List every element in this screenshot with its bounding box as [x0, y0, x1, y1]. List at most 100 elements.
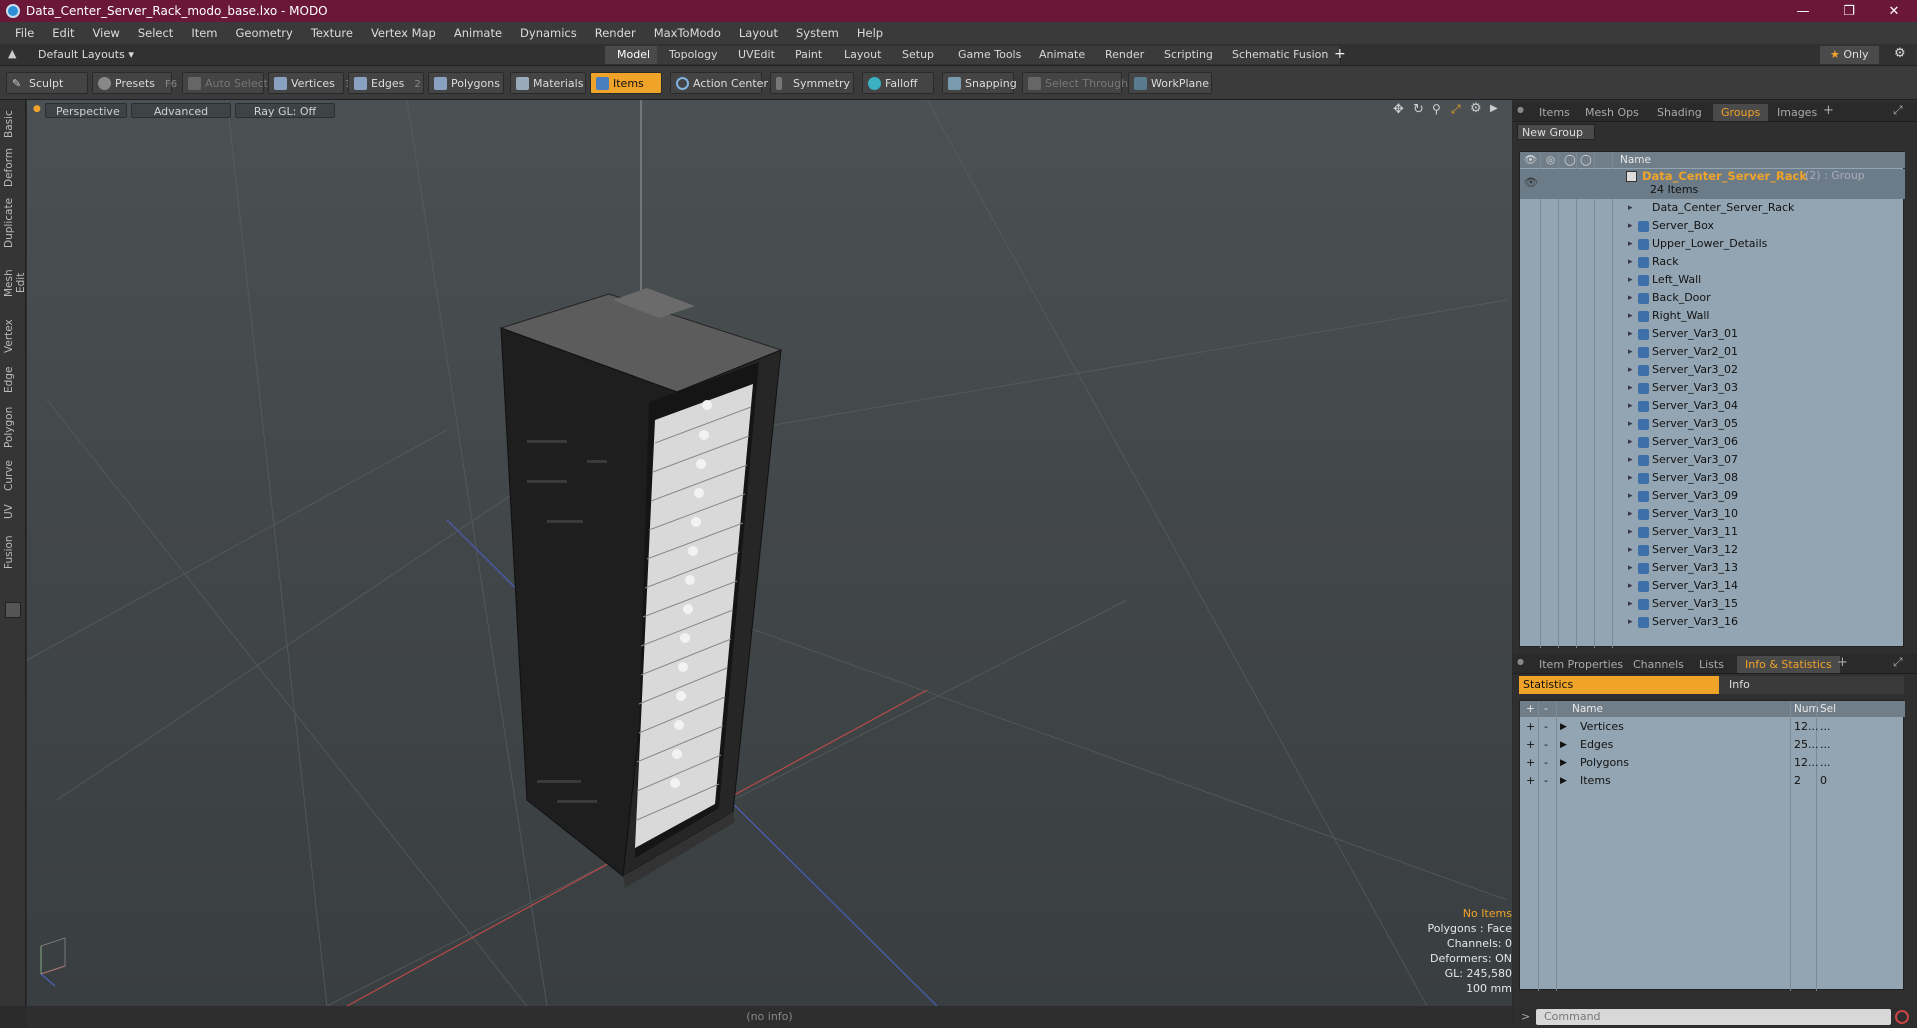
tab-scripting[interactable]: Scripting — [1152, 46, 1226, 64]
tab-uvedit[interactable]: UVEdit — [726, 46, 788, 64]
tab-animate[interactable]: Animate — [1027, 46, 1099, 64]
list-item[interactable]: ▸ Server_Var3_08 — [1520, 469, 1905, 487]
zoom-icon[interactable]: ⚲ — [1432, 102, 1441, 116]
menu-system[interactable]: System — [787, 26, 848, 40]
vtab-vertex[interactable]: Vertex — [3, 316, 23, 356]
tab-schematic-fusion[interactable]: Schematic Fusion — [1220, 46, 1342, 64]
new-group-button[interactable]: New Group — [1517, 124, 1595, 140]
list-item[interactable]: ▸ Server_Var3_05 — [1520, 415, 1905, 433]
tab-groups[interactable]: Groups — [1713, 104, 1769, 121]
list-item[interactable]: ▸ Server_Var2_01 — [1520, 343, 1905, 361]
advanced-dropdown[interactable]: Advanced — [131, 103, 231, 118]
viewport-expand-icon[interactable]: ▶ — [1490, 103, 1498, 114]
tab-item-properties[interactable]: Item Properties — [1531, 656, 1631, 673]
subtab-statistics[interactable]: Statistics — [1519, 676, 1719, 694]
polygons-button[interactable]: Polygons — [428, 72, 504, 94]
expand-all-icon[interactable]: + — [1526, 701, 1535, 717]
list-item[interactable]: ▸ Left_Wall — [1520, 271, 1905, 289]
list-item[interactable]: ▸ Server_Var3_01 — [1520, 325, 1905, 343]
vtab-uv[interactable]: UV — [3, 500, 23, 524]
list-item[interactable]: ▸ Upper_Lower_Details — [1520, 235, 1905, 253]
raygl-toggle[interactable]: Ray GL: Off — [235, 103, 335, 118]
edges-button[interactable]: Edges 2 — [348, 72, 424, 94]
vtab-deform[interactable]: Deform — [3, 146, 23, 188]
minimize-icon[interactable]: — — [1780, 0, 1826, 22]
list-item[interactable]: ▸ Server_Var3_10 — [1520, 505, 1905, 523]
only-toggle[interactable]: ★ Only — [1820, 46, 1879, 64]
items-button[interactable]: Items — [590, 72, 662, 94]
tab-items[interactable]: Items — [1531, 104, 1578, 121]
menu-view[interactable]: View — [84, 26, 129, 40]
viewport-settings-icon[interactable]: ⚙ — [1470, 101, 1482, 116]
menu-layout[interactable]: Layout — [730, 26, 787, 40]
workplane-button[interactable]: WorkPlane — [1128, 72, 1212, 94]
record-icon[interactable] — [1895, 1010, 1909, 1024]
menu-file[interactable]: File — [6, 26, 43, 40]
subtab-info[interactable]: Info — [1719, 676, 1904, 694]
list-item[interactable]: ▸ Server_Var3_16 — [1520, 613, 1905, 631]
falloff-button[interactable]: Falloff — [862, 72, 934, 94]
tab-shading[interactable]: Shading — [1649, 104, 1710, 121]
group-visibility-icon[interactable]: 👁 — [1524, 176, 1538, 189]
bottom-panel-menu-icon[interactable]: ● — [1517, 657, 1524, 666]
table-row[interactable]: + - ▶ Edges 25...... — [1520, 736, 1905, 754]
list-item[interactable]: ▸ Server_Var3_15 — [1520, 595, 1905, 613]
menu-maxtomodo[interactable]: MaxToModo — [645, 26, 730, 40]
add-bottom-tab-icon[interactable]: + — [1837, 655, 1848, 670]
bottom-panel-maximize-icon[interactable]: ⤢ — [1893, 655, 1903, 670]
expand-toolbox-button[interactable] — [5, 602, 21, 618]
vtab-duplicate[interactable]: Duplicate — [3, 196, 23, 250]
list-item[interactable]: ▸ Server_Var3_03 — [1520, 379, 1905, 397]
command-input[interactable]: Command — [1536, 1009, 1891, 1025]
menu-vertex-map[interactable]: Vertex Map — [362, 26, 445, 40]
list-item[interactable]: ▸ Server_Box — [1520, 217, 1905, 235]
vtab-polygon[interactable]: Polygon — [3, 404, 23, 450]
collapse-all-icon[interactable]: - — [1544, 701, 1548, 717]
tab-lists[interactable]: Lists — [1691, 656, 1732, 673]
tab-model[interactable]: Model — [605, 46, 664, 64]
list-item[interactable]: ▸ Server_Var3_04 — [1520, 397, 1905, 415]
gear-icon[interactable]: ⚙ — [1894, 46, 1906, 61]
table-row[interactable]: + - ▶ Vertices 12...... — [1520, 718, 1905, 736]
tab-setup[interactable]: Setup — [890, 46, 948, 64]
menu-edit[interactable]: Edit — [43, 26, 83, 40]
tab-paint[interactable]: Paint — [783, 46, 836, 64]
tab-images[interactable]: Images — [1769, 104, 1825, 121]
menu-select[interactable]: Select — [129, 26, 182, 40]
list-item[interactable]: ▸ Back_Door — [1520, 289, 1905, 307]
snapping-button[interactable]: Snapping — [942, 72, 1017, 94]
tab-topology[interactable]: Topology — [657, 46, 731, 64]
list-item[interactable]: ▸ Data_Center_Server_Rack — [1520, 199, 1905, 217]
list-item[interactable]: ▸ Server_Var3_14 — [1520, 577, 1905, 595]
list-item[interactable]: ▸ Server_Var3_09 — [1520, 487, 1905, 505]
menu-texture[interactable]: Texture — [302, 26, 362, 40]
symmetry-button[interactable]: Symmetry — [770, 72, 854, 94]
menu-render[interactable]: Render — [586, 26, 645, 40]
tab-channels[interactable]: Channels — [1625, 656, 1692, 673]
panel-maximize-icon[interactable]: ⤢ — [1893, 103, 1903, 118]
list-item[interactable]: ▸ Server_Var3_07 — [1520, 451, 1905, 469]
vtab-mesh-edit[interactable]: Mesh Edit — [3, 258, 27, 308]
list-item[interactable]: ▸ Server_Var3_06 — [1520, 433, 1905, 451]
3d-viewport[interactable] — [27, 100, 1512, 1006]
list-item[interactable]: ▸ Rack — [1520, 253, 1905, 271]
tab-render[interactable]: Render — [1093, 46, 1158, 64]
tab-info-statistics[interactable]: Info & Statistics — [1737, 656, 1840, 673]
layout-selector[interactable]: Default Layouts ▾ — [38, 48, 134, 61]
select-through-button[interactable]: Select Through — [1022, 72, 1128, 94]
vtab-basic[interactable]: Basic — [3, 108, 23, 140]
menu-item[interactable]: Item — [182, 26, 226, 40]
restore-icon[interactable]: ❐ — [1826, 0, 1872, 22]
fit-icon[interactable]: ⤢ — [1451, 102, 1461, 117]
menu-dynamics[interactable]: Dynamics — [511, 26, 586, 40]
vtab-fusion[interactable]: Fusion — [3, 532, 23, 572]
sculpt-button[interactable]: ✎ Sculpt — [6, 72, 88, 94]
list-item[interactable]: ▸ Server_Var3_11 — [1520, 523, 1905, 541]
pan-icon[interactable]: ✥ — [1393, 102, 1404, 117]
menu-help[interactable]: Help — [848, 26, 892, 40]
viewport-menu-icon[interactable]: ● — [33, 104, 41, 114]
table-row[interactable]: + - ▶ Polygons 12...... — [1520, 754, 1905, 772]
group-row[interactable]: 👁 Data_Center_Server_Rack (2) : Group 24… — [1520, 169, 1905, 199]
menu-geometry[interactable]: Geometry — [227, 26, 302, 40]
materials-button[interactable]: Materials — [510, 72, 586, 94]
